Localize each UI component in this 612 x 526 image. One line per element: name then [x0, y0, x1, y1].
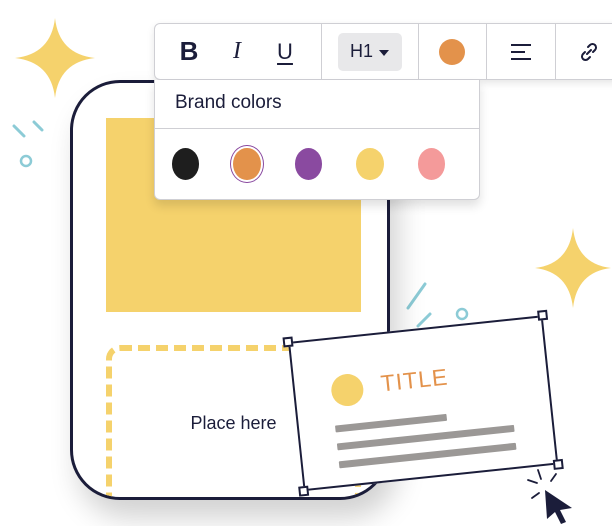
swatch-orange[interactable]: [230, 145, 264, 183]
chevron-down-icon: [379, 49, 389, 56]
brand-colors-menu: Brand colors: [154, 80, 480, 200]
sparkle-large-left: [15, 18, 95, 98]
brand-colors-title: Brand colors: [155, 80, 479, 129]
underline-icon: U: [277, 38, 293, 64]
text-color-button[interactable]: [418, 32, 486, 72]
swatch-list: [155, 129, 479, 199]
heading-select[interactable]: H1: [337, 32, 402, 71]
italic-icon: I: [233, 38, 241, 64]
resize-handle-top-left[interactable]: [282, 336, 294, 348]
title-card-dot: [329, 372, 365, 408]
bold-icon: B: [179, 36, 199, 66]
italic-button[interactable]: I: [213, 32, 261, 72]
sparkle-large-right: [535, 228, 611, 308]
current-color-swatch: [439, 38, 465, 65]
link-icon: [580, 42, 598, 61]
link-button[interactable]: [555, 32, 612, 72]
underline-button[interactable]: U: [261, 32, 309, 72]
title-card-heading: TITLE: [379, 363, 450, 397]
bold-button[interactable]: B: [165, 32, 213, 72]
heading-select-value: H1: [349, 41, 373, 61]
swatch-pink[interactable]: [417, 148, 446, 180]
swatch-yellow[interactable]: [356, 148, 384, 180]
title-card[interactable]: TITLE: [282, 309, 564, 497]
resize-handle-bottom-left[interactable]: [298, 485, 310, 497]
swatch-purple[interactable]: [294, 148, 323, 180]
cursor-arrow-icon: [545, 490, 572, 524]
resize-handle-top-right[interactable]: [537, 309, 549, 321]
formatting-toolbar: B I U H1: [154, 23, 612, 80]
align-icon: [510, 43, 531, 60]
teal-accent-left: [12, 120, 44, 168]
text-line: [334, 413, 448, 433]
align-button[interactable]: [487, 32, 555, 72]
swatch-black[interactable]: [172, 148, 200, 180]
